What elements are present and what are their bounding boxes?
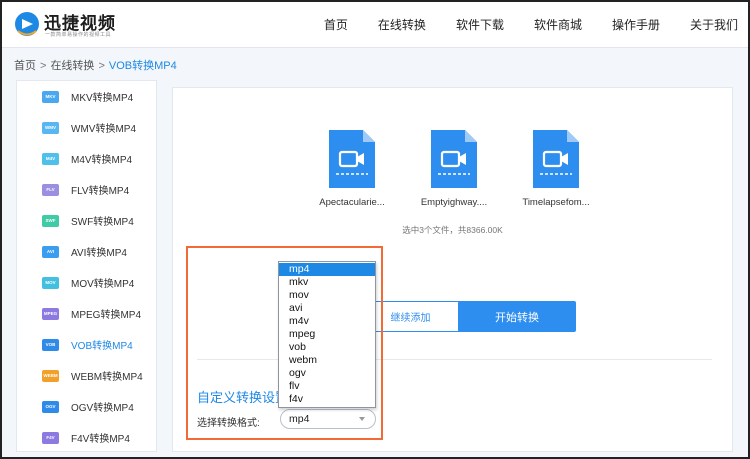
nav-software-download[interactable]: 软件下载: [456, 2, 504, 48]
swf-format-icon: SWF: [42, 214, 59, 227]
sidebar-item-label: M4V转换MP4: [71, 155, 133, 166]
nav-about[interactable]: 关于我们: [690, 2, 738, 48]
sidebar-item-wmv[interactable]: WMV WMV转换MP4: [17, 112, 156, 143]
sidebar-item-label: WMV转换MP4: [71, 124, 136, 135]
format-option-mkv[interactable]: mkv: [279, 276, 375, 289]
sidebar-item-label: WEBM转换MP4: [71, 372, 143, 383]
sidebar-item-label: MOV转换MP4: [71, 279, 135, 290]
sidebar-item-label: FLV转换MP4: [71, 186, 130, 197]
breadcrumb-home[interactable]: 首页: [14, 60, 36, 72]
breadcrumb-separator: >: [40, 60, 47, 72]
format-option-mov[interactable]: mov: [279, 289, 375, 302]
start-convert-button[interactable]: 开始转换: [458, 301, 576, 332]
sidebar-item-mkv[interactable]: MKV MKV转换MP4: [17, 81, 156, 112]
format-option-avi[interactable]: avi: [279, 302, 375, 315]
nav-home[interactable]: 首页: [324, 2, 348, 48]
format-option-mpeg[interactable]: mpeg: [279, 328, 375, 341]
breadcrumb-separator: >: [98, 60, 105, 72]
sidebar-item-label: VOB转换MP4: [71, 341, 133, 352]
nav-manual[interactable]: 操作手册: [612, 2, 660, 48]
format-select-value: mp4: [289, 413, 310, 425]
avi-format-icon: AVI: [42, 245, 59, 258]
site-logo[interactable]: 迅捷视频 一款简单易操作的视频工具: [14, 8, 134, 42]
mkv-format-icon: MKV: [42, 90, 59, 103]
sidebar-item-label: MPEG转换MP4: [71, 310, 142, 321]
file-name: Timelapsefom...: [522, 197, 590, 208]
file-name: Apectacularie...: [319, 197, 385, 208]
nav-online-convert[interactable]: 在线转换: [378, 2, 426, 48]
sidebar-item-f4v[interactable]: F4V F4V转换MP4: [17, 422, 156, 453]
webm-format-icon: WEBM: [42, 369, 59, 382]
sidebar-item-label: SWF转换MP4: [71, 217, 134, 228]
sidebar-item-label: MKV转换MP4: [71, 93, 134, 104]
sidebar-item-swf[interactable]: SWF SWF转换MP4: [17, 205, 156, 236]
breadcrumb-current: VOB转换MP4: [108, 60, 177, 72]
sidebar-item-flv[interactable]: FLV FLV转换MP4: [17, 174, 156, 205]
file-card[interactable]: Timelapsefom...: [501, 130, 611, 208]
m4v-format-icon: M4V: [42, 152, 59, 165]
sidebar-item-ogv[interactable]: OGV OGV转换MP4: [17, 391, 156, 422]
site-header: 迅捷视频 一款简单易操作的视频工具 首页 在线转换 软件下载 软件商城 操作手册…: [2, 2, 748, 48]
sidebar-item-label: F4V转换MP4: [71, 434, 130, 445]
format-label: 选择转换格式:: [197, 418, 260, 429]
format-option-mp4[interactable]: mp4: [279, 263, 375, 276]
convert-panel: Apectacularie... Emptyighway.... Timelap…: [172, 87, 733, 452]
video-file-icon: [533, 130, 579, 188]
vob-format-icon: VOB: [42, 338, 59, 351]
breadcrumb: 首页 > 在线转换 > VOB转换MP4: [14, 57, 177, 73]
file-card[interactable]: Apectacularie...: [297, 130, 407, 208]
sidebar-item-label: AVI转换MP4: [71, 248, 127, 259]
sidebar-item-avi[interactable]: AVI AVI转换MP4: [17, 236, 156, 267]
format-option-flv[interactable]: flv: [279, 380, 375, 393]
mov-format-icon: MOV: [42, 276, 59, 289]
logo-mark-icon: [15, 12, 39, 36]
sidebar-item-label: OGV转换MP4: [71, 403, 134, 414]
f4v-format-icon: F4V: [42, 431, 59, 444]
mpeg-format-icon: MPEG: [42, 307, 59, 320]
section-divider: [197, 359, 712, 360]
settings-title: 自定义转换设置: [197, 390, 289, 405]
format-option-vob[interactable]: vob: [279, 341, 375, 354]
format-option-m4v[interactable]: m4v: [279, 315, 375, 328]
sidebar-item-mpeg[interactable]: MPEG MPEG转换MP4: [17, 298, 156, 329]
format-dropdown-list[interactable]: mp4 mkv mov avi m4v mpeg vob webm ogv fl…: [278, 261, 376, 408]
ogv-format-icon: OGV: [42, 400, 59, 413]
format-option-f4v[interactable]: f4v: [279, 393, 375, 406]
sidebar-item-m4v[interactable]: M4V M4V转换MP4: [17, 143, 156, 174]
format-option-ogv[interactable]: ogv: [279, 367, 375, 380]
flv-format-icon: FLV: [42, 183, 59, 196]
page-frame: 迅捷视频 一款简单易操作的视频工具 首页 在线转换 软件下载 软件商城 操作手册…: [0, 0, 750, 459]
sidebar-item-vob[interactable]: VOB VOB转换MP4: [17, 329, 156, 360]
sidebar-item-webm[interactable]: WEBM WEBM转换MP4: [17, 360, 156, 391]
file-name: Emptyighway....: [420, 197, 488, 208]
format-sidebar: MKV MKV转换MP4 WMV WMV转换MP4 M4V M4V转换MP4 F…: [16, 80, 157, 452]
sidebar-item-mov[interactable]: MOV MOV转换MP4: [17, 267, 156, 298]
wmv-format-icon: WMV: [42, 121, 59, 134]
chevron-down-icon: [359, 417, 365, 421]
main-nav: 首页 在线转换 软件下载 软件商城 操作手册 关于我们: [294, 2, 738, 48]
video-file-icon: [329, 130, 375, 188]
format-select[interactable]: mp4: [280, 409, 376, 429]
breadcrumb-section[interactable]: 在线转换: [50, 60, 94, 72]
nav-software-store[interactable]: 软件商城: [534, 2, 582, 48]
video-file-icon: [431, 130, 477, 188]
file-card[interactable]: Emptyighway....: [399, 130, 509, 208]
file-summary: 选中3个文件，共8366.00K: [402, 225, 503, 235]
brand-slogan: 一款简单易操作的视频工具: [45, 32, 112, 38]
format-option-webm[interactable]: webm: [279, 354, 375, 367]
